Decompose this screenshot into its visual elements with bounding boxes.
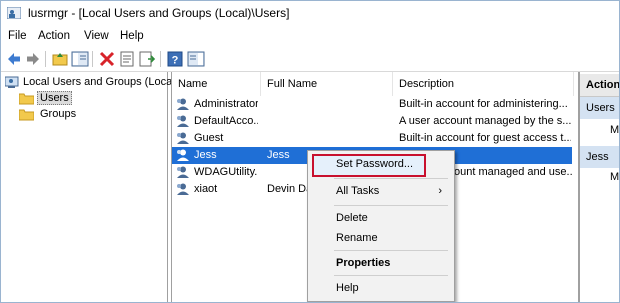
console-tree: Local Users and Groups (Local) Users Gro… — [1, 72, 178, 302]
menu-bar: File Action View Help — [1, 28, 619, 46]
menu-item-label: Rename — [336, 232, 378, 244]
user-icon — [177, 183, 189, 195]
cell-description: A user account managed by the s... — [399, 115, 571, 127]
menu-separator — [334, 275, 448, 276]
column-header-label: Full Name — [267, 78, 318, 90]
menu-item-label: Help — [336, 282, 359, 294]
table-row[interactable]: DefaultAcco... A user account managed by… — [172, 113, 572, 130]
menu-item-label: All Tasks — [336, 185, 380, 197]
table-row[interactable]: Administrator Built-in account for admin… — [172, 96, 572, 113]
tree-item-label: Users — [37, 91, 72, 105]
menu-separator — [334, 205, 448, 206]
menu-item-properties[interactable]: Properties — [310, 253, 452, 273]
menu-file[interactable]: File — [8, 30, 27, 42]
forward-arrow-icon[interactable] — [24, 50, 42, 68]
cell-name: WDAGUtility... — [194, 166, 258, 178]
menu-separator — [334, 178, 448, 179]
menu-separator — [334, 250, 448, 251]
toolbar: ? — [1, 47, 619, 72]
tree-item-label: Groups — [40, 108, 77, 120]
users-app-icon — [7, 7, 21, 19]
back-arrow-icon[interactable] — [5, 50, 23, 68]
menu-item-all-tasks[interactable]: All Tasks › — [310, 181, 452, 201]
column-header-full-name[interactable]: Full Name — [261, 72, 393, 96]
cell-description: ount managed and use... — [454, 166, 572, 178]
tree-root-label: Local Users and Groups (Local) — [23, 76, 179, 88]
actions-header: Actions — [580, 74, 620, 97]
menu-item-help[interactable]: Help — [310, 278, 452, 298]
menu-item-label: Set Password... — [336, 158, 414, 170]
user-icon — [177, 115, 189, 127]
cell-name: xiaot — [194, 183, 218, 195]
toolbar-separator — [92, 51, 93, 67]
cell-description: Built-in account for administering... — [399, 98, 568, 110]
actions-section-users[interactable]: Users — [580, 97, 619, 119]
menu-item-rename[interactable]: Rename — [310, 228, 452, 248]
actions-section-label: Jess — [586, 151, 609, 163]
computer-users-icon — [5, 76, 19, 88]
table-row[interactable]: Guest Built-in account for guest access … — [172, 130, 572, 147]
menu-help[interactable]: Help — [120, 30, 144, 42]
user-icon — [177, 166, 189, 178]
actions-pane: Actions Users M Jess M — [579, 72, 620, 302]
cell-name: Guest — [194, 132, 224, 144]
properties-icon[interactable] — [118, 50, 136, 68]
actions-more-item[interactable]: M — [610, 124, 619, 136]
user-icon — [177, 98, 189, 110]
column-header-name[interactable]: Name — [172, 72, 261, 96]
export-list-icon[interactable] — [138, 50, 156, 68]
submenu-arrow-icon: › — [438, 185, 442, 197]
show-action-pane-icon[interactable] — [187, 50, 205, 68]
actions-header-label: Actions — [586, 79, 620, 91]
folder-icon — [19, 109, 34, 121]
user-icon — [177, 149, 189, 161]
menu-item-label: Delete — [336, 212, 368, 224]
toolbar-separator — [45, 51, 46, 67]
cell-name: DefaultAcco... — [194, 115, 258, 127]
actions-section-jess[interactable]: Jess — [580, 146, 619, 168]
up-folder-icon[interactable] — [51, 50, 69, 68]
delete-icon[interactable] — [98, 50, 116, 68]
menu-view[interactable]: View — [84, 30, 109, 42]
menu-item-label: Properties — [336, 257, 391, 269]
show-hide-tree-icon[interactable] — [71, 50, 89, 68]
toolbar-separator — [160, 51, 161, 67]
actions-more-item[interactable]: M — [610, 171, 619, 183]
menu-item-delete[interactable]: Delete — [310, 208, 452, 228]
cell-name: Administrator — [194, 98, 258, 110]
cell-name: Jess — [194, 149, 217, 161]
column-header-label: Description — [399, 78, 455, 90]
actions-section-label: Users — [586, 102, 615, 114]
context-menu: Set Password... All Tasks › Delete Renam… — [307, 150, 455, 302]
column-header-description[interactable]: Description — [393, 72, 574, 96]
help-icon[interactable]: ? — [166, 50, 184, 68]
cell-description: Built-in account for guest access t... — [399, 132, 571, 144]
title-bar: lusrmgr - [Local Users and Groups (Local… — [1, 1, 619, 26]
mmc-window: lusrmgr - [Local Users and Groups (Local… — [0, 0, 620, 303]
svg-text:?: ? — [172, 55, 179, 67]
column-header-label: Name — [178, 78, 208, 90]
user-icon — [177, 132, 189, 144]
folder-icon — [19, 93, 34, 105]
menu-item-set-password[interactable]: Set Password... — [310, 154, 452, 174]
menu-action[interactable]: Action — [38, 30, 70, 42]
window-title: lusrmgr - [Local Users and Groups (Local… — [28, 6, 290, 20]
